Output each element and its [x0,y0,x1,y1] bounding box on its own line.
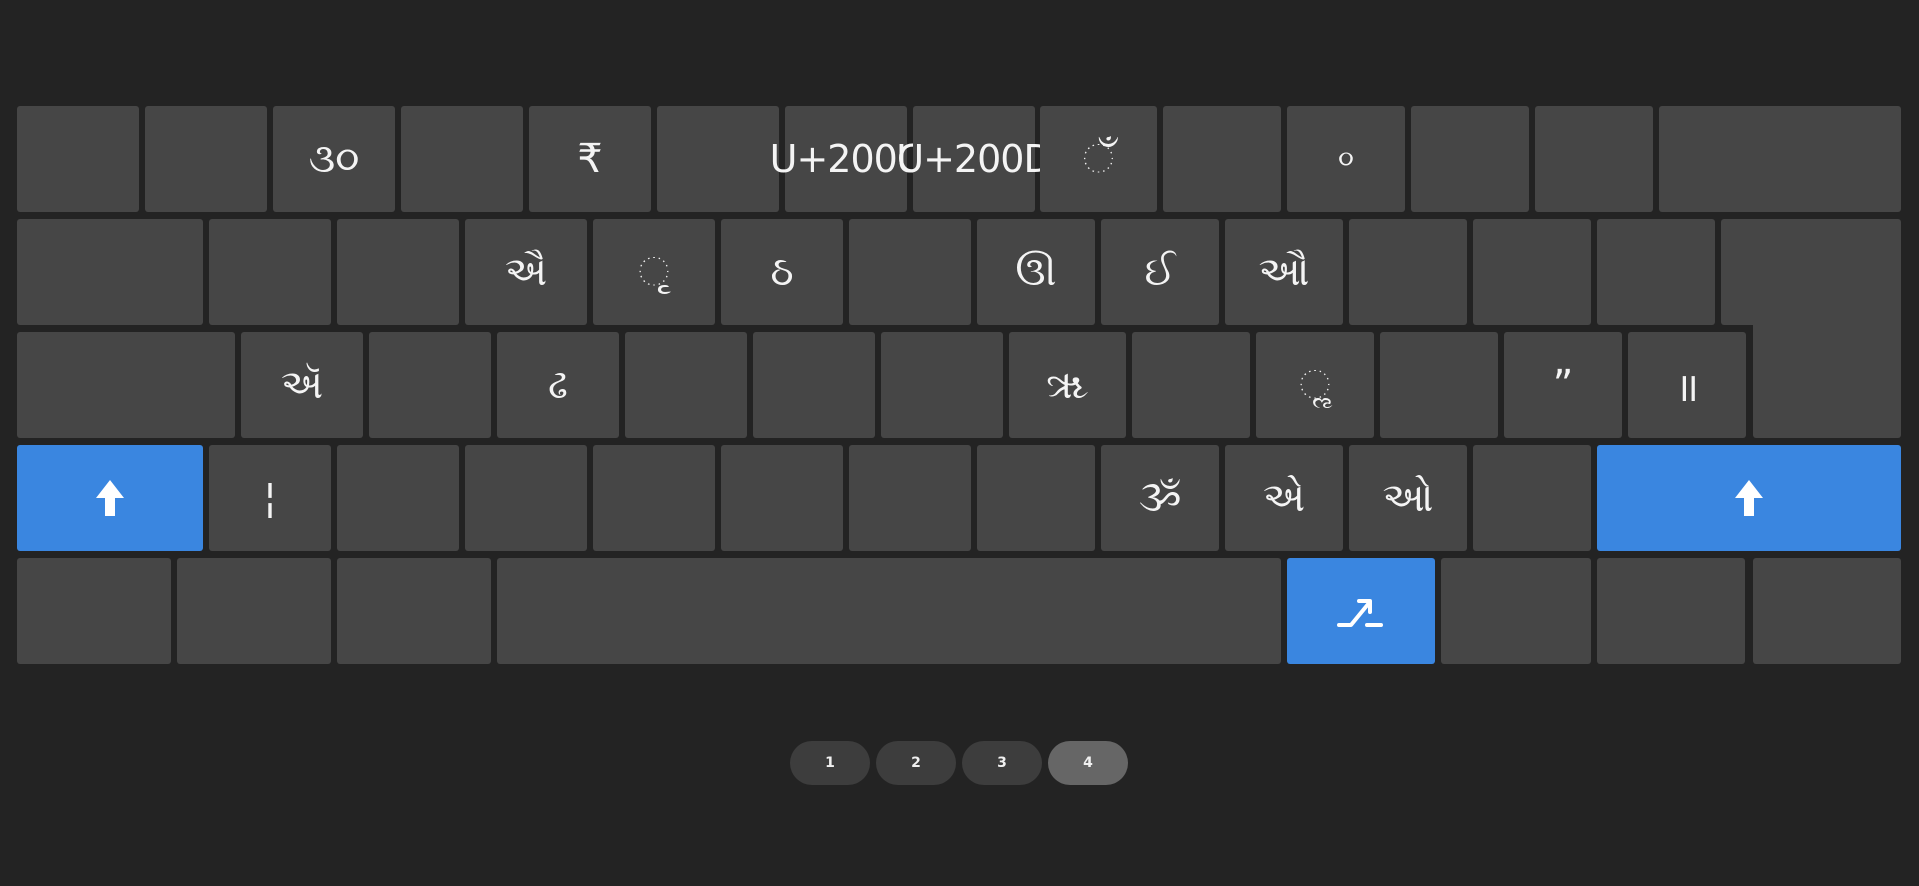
key[interactable] [1535,106,1653,212]
key[interactable] [881,332,1003,438]
page-button-4[interactable]: 4 [1048,741,1128,785]
page-selector: 1 2 3 4 [0,741,1919,785]
key[interactable] [849,445,971,551]
shift-right-button[interactable] [1597,445,1901,551]
key[interactable] [1753,558,1901,664]
key[interactable] [625,332,747,438]
key[interactable] [1597,219,1715,325]
key[interactable]: ૃ [593,219,715,325]
key[interactable] [369,332,491,438]
layout-switch-icon [1337,591,1385,631]
key-candrabindu[interactable]: ઁ [1040,106,1157,212]
key-enter-lower[interactable] [1753,332,1901,438]
key[interactable]: ૠ [1009,332,1126,438]
key[interactable]: એ [1225,445,1343,551]
key[interactable] [17,106,139,212]
key-zwnj[interactable]: U+200C [770,106,923,212]
key[interactable] [401,106,523,212]
key[interactable]: ઓ [1349,445,1467,551]
key-broken-bar[interactable]: ¦ [209,445,331,551]
page-button-3[interactable]: 3 [962,741,1042,785]
space-bar[interactable] [497,558,1281,664]
key[interactable]: ઠ [721,219,843,325]
shift-left-button[interactable] [17,445,203,551]
key-ctrl[interactable] [17,558,171,664]
key[interactable] [465,445,587,551]
shift-arrow-icon [94,478,126,518]
key[interactable] [753,332,875,438]
key[interactable]: ૩૦ [273,106,395,212]
key[interactable] [657,106,779,212]
key-enter[interactable] [1721,219,1901,325]
key[interactable] [1597,558,1745,664]
key[interactable]: ઔ [1225,219,1343,325]
key-tab[interactable] [17,219,203,325]
key[interactable]: ઍ [241,332,363,438]
key-backspace[interactable] [1659,106,1901,212]
key[interactable] [145,106,267,212]
key[interactable] [1441,558,1591,664]
key[interactable] [1411,106,1529,212]
shift-arrow-icon [1733,478,1765,518]
key[interactable]: ૢ [1256,332,1374,438]
key-quote[interactable]: ” [1504,332,1622,438]
page-button-1[interactable]: 1 [790,741,870,785]
key[interactable] [337,445,459,551]
key[interactable] [337,219,459,325]
key[interactable]: ઐ [465,219,587,325]
page-button-2[interactable]: 2 [876,741,956,785]
key[interactable] [1473,219,1591,325]
key-rupee[interactable]: ₹ [529,106,651,212]
key[interactable] [1349,219,1467,325]
key[interactable] [1132,332,1250,438]
key[interactable]: ઈ [1101,219,1219,325]
key[interactable] [593,445,715,551]
key-om[interactable]: ૐ [1101,445,1219,551]
key[interactable]: ઢ [497,332,619,438]
key[interactable] [721,445,843,551]
key-zwj[interactable]: U+200D [896,106,1053,212]
key-symbols[interactable] [337,558,491,664]
key[interactable] [849,219,971,325]
key[interactable] [209,219,331,325]
key[interactable]: ઊ [977,219,1095,325]
layout-switch-button[interactable] [1287,558,1435,664]
key[interactable] [1380,332,1498,438]
key[interactable] [977,445,1095,551]
key-double-danda[interactable]: ॥ [1628,332,1746,438]
key[interactable] [1473,445,1591,551]
key-caps[interactable] [17,332,235,438]
key[interactable] [1163,106,1281,212]
key-alt[interactable] [177,558,331,664]
key-zero[interactable]: ૦ [1287,106,1405,212]
